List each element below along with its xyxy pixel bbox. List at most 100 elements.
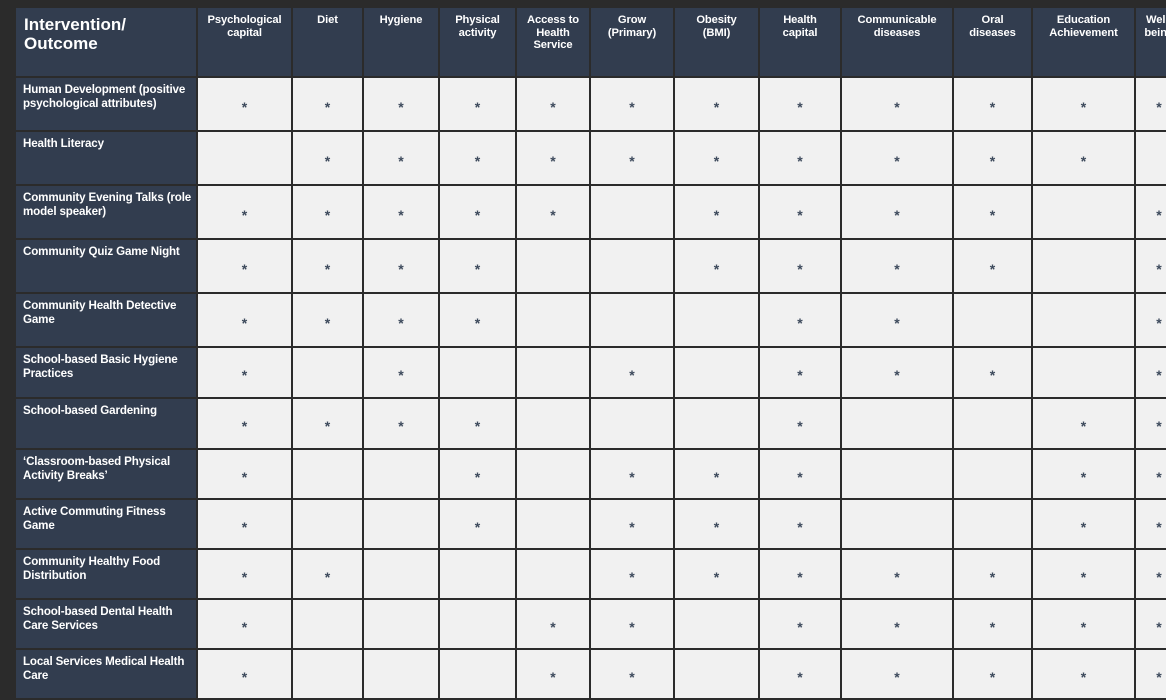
matrix-cell-r9-c2[interactable] (293, 500, 362, 548)
matrix-cell-r2-c2[interactable]: * (293, 132, 362, 184)
matrix-cell-r10-c5[interactable] (517, 550, 589, 598)
matrix-cell-r3-c4[interactable]: * (440, 186, 515, 238)
matrix-cell-r11-c8[interactable]: * (760, 600, 840, 648)
matrix-cell-r4-c9[interactable]: * (842, 240, 952, 292)
matrix-cell-r8-c5[interactable] (517, 450, 589, 498)
matrix-cell-r5-c9[interactable]: * (842, 294, 952, 346)
matrix-cell-r10-c12[interactable]: * (1136, 550, 1166, 598)
row-label-1[interactable]: Human Development (positive psychologica… (16, 78, 196, 130)
matrix-cell-r4-c7[interactable]: * (675, 240, 758, 292)
matrix-cell-r9-c8[interactable]: * (760, 500, 840, 548)
matrix-cell-r7-c11[interactable]: * (1033, 399, 1134, 448)
matrix-cell-r8-c2[interactable] (293, 450, 362, 498)
matrix-cell-r6-c7[interactable] (675, 348, 758, 397)
matrix-cell-r1-c5[interactable]: * (517, 78, 589, 130)
matrix-cell-r11-c9[interactable]: * (842, 600, 952, 648)
matrix-cell-r4-c3[interactable]: * (364, 240, 438, 292)
matrix-cell-r7-c10[interactable] (954, 399, 1031, 448)
matrix-cell-r5-c3[interactable]: * (364, 294, 438, 346)
matrix-cell-r10-c6[interactable]: * (591, 550, 673, 598)
matrix-cell-r3-c7[interactable]: * (675, 186, 758, 238)
matrix-cell-r1-c6[interactable]: * (591, 78, 673, 130)
column-header-4[interactable]: Physical activity (440, 8, 515, 76)
matrix-cell-r7-c9[interactable] (842, 399, 952, 448)
row-label-8[interactable]: ‘Classroom-based Physical Activity Break… (16, 450, 196, 498)
row-label-9[interactable]: Active Commuting Fitness Game (16, 500, 196, 548)
matrix-cell-r12-c4[interactable] (440, 650, 515, 698)
matrix-cell-r5-c7[interactable] (675, 294, 758, 346)
matrix-cell-r12-c11[interactable]: * (1033, 650, 1134, 698)
matrix-cell-r4-c8[interactable]: * (760, 240, 840, 292)
matrix-cell-r4-c5[interactable] (517, 240, 589, 292)
matrix-cell-r10-c10[interactable]: * (954, 550, 1031, 598)
matrix-cell-r7-c2[interactable]: * (293, 399, 362, 448)
matrix-cell-r6-c9[interactable]: * (842, 348, 952, 397)
matrix-cell-r1-c8[interactable]: * (760, 78, 840, 130)
matrix-cell-r1-c10[interactable]: * (954, 78, 1031, 130)
matrix-cell-r5-c4[interactable]: * (440, 294, 515, 346)
matrix-cell-r1-c3[interactable]: * (364, 78, 438, 130)
row-label-11[interactable]: School-based Dental Health Care Services (16, 600, 196, 648)
matrix-cell-r7-c3[interactable]: * (364, 399, 438, 448)
column-header-12[interactable]: Well-being (1136, 8, 1166, 76)
matrix-cell-r6-c3[interactable]: * (364, 348, 438, 397)
matrix-cell-r12-c5[interactable]: * (517, 650, 589, 698)
matrix-cell-r3-c8[interactable]: * (760, 186, 840, 238)
row-label-4[interactable]: Community Quiz Game Night (16, 240, 196, 292)
matrix-cell-r10-c3[interactable] (364, 550, 438, 598)
matrix-cell-r8-c3[interactable] (364, 450, 438, 498)
matrix-cell-r11-c3[interactable] (364, 600, 438, 648)
column-header-2[interactable]: Diet (293, 8, 362, 76)
matrix-cell-r9-c5[interactable] (517, 500, 589, 548)
matrix-cell-r7-c5[interactable] (517, 399, 589, 448)
matrix-cell-r8-c6[interactable]: * (591, 450, 673, 498)
matrix-cell-r9-c10[interactable] (954, 500, 1031, 548)
matrix-cell-r2-c1[interactable] (198, 132, 291, 184)
matrix-cell-r8-c9[interactable] (842, 450, 952, 498)
matrix-cell-r2-c11[interactable]: * (1033, 132, 1134, 184)
matrix-cell-r8-c12[interactable]: * (1136, 450, 1166, 498)
matrix-cell-r2-c4[interactable]: * (440, 132, 515, 184)
matrix-cell-r11-c1[interactable]: * (198, 600, 291, 648)
matrix-cell-r5-c8[interactable]: * (760, 294, 840, 346)
matrix-cell-r12-c7[interactable] (675, 650, 758, 698)
matrix-cell-r5-c2[interactable]: * (293, 294, 362, 346)
column-header-1[interactable]: Psychological capital (198, 8, 291, 76)
matrix-cell-r11-c6[interactable]: * (591, 600, 673, 648)
matrix-cell-r9-c7[interactable]: * (675, 500, 758, 548)
matrix-cell-r5-c5[interactable] (517, 294, 589, 346)
matrix-cell-r4-c12[interactable]: * (1136, 240, 1166, 292)
matrix-cell-r12-c10[interactable]: * (954, 650, 1031, 698)
matrix-cell-r9-c11[interactable]: * (1033, 500, 1134, 548)
matrix-cell-r4-c11[interactable] (1033, 240, 1134, 292)
matrix-cell-r6-c8[interactable]: * (760, 348, 840, 397)
matrix-cell-r9-c6[interactable]: * (591, 500, 673, 548)
matrix-cell-r11-c7[interactable] (675, 600, 758, 648)
matrix-cell-r11-c12[interactable]: * (1136, 600, 1166, 648)
matrix-cell-r2-c3[interactable]: * (364, 132, 438, 184)
row-label-5[interactable]: Community Health Detective Game (16, 294, 196, 346)
matrix-cell-r10-c2[interactable]: * (293, 550, 362, 598)
column-header-10[interactable]: Oral diseases (954, 8, 1031, 76)
matrix-cell-r1-c12[interactable]: * (1136, 78, 1166, 130)
row-label-6[interactable]: School-based Basic Hygiene Practices (16, 348, 196, 397)
matrix-cell-r9-c1[interactable]: * (198, 500, 291, 548)
matrix-cell-r4-c10[interactable]: * (954, 240, 1031, 292)
matrix-cell-r6-c12[interactable]: * (1136, 348, 1166, 397)
matrix-cell-r10-c7[interactable]: * (675, 550, 758, 598)
column-header-7[interactable]: Obesity (BMI) (675, 8, 758, 76)
matrix-cell-r2-c8[interactable]: * (760, 132, 840, 184)
column-header-6[interactable]: Grow (Primary) (591, 8, 673, 76)
matrix-cell-r10-c9[interactable]: * (842, 550, 952, 598)
column-header-11[interactable]: Education Achievement (1033, 8, 1134, 76)
matrix-cell-r9-c3[interactable] (364, 500, 438, 548)
matrix-cell-r6-c4[interactable] (440, 348, 515, 397)
matrix-cell-r2-c10[interactable]: * (954, 132, 1031, 184)
matrix-cell-r4-c6[interactable] (591, 240, 673, 292)
matrix-cell-r1-c2[interactable]: * (293, 78, 362, 130)
matrix-cell-r2-c12[interactable] (1136, 132, 1166, 184)
matrix-cell-r2-c6[interactable]: * (591, 132, 673, 184)
matrix-cell-r1-c11[interactable]: * (1033, 78, 1134, 130)
row-label-2[interactable]: Health Literacy (16, 132, 196, 184)
matrix-cell-r3-c9[interactable]: * (842, 186, 952, 238)
